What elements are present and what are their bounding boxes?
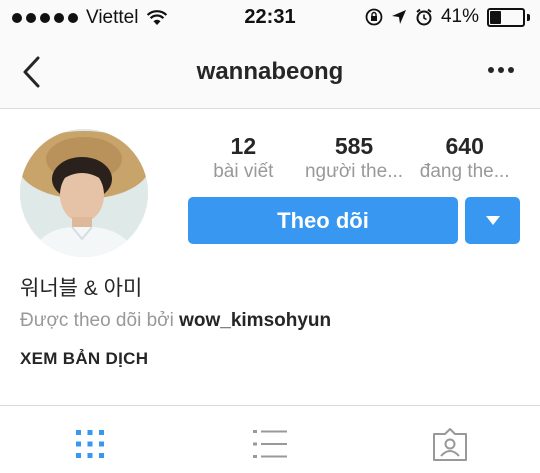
avatar-photo — [20, 129, 148, 257]
followers-label: người the... — [304, 161, 404, 182]
battery-icon — [487, 7, 525, 27]
stat-posts[interactable]: 12 bài viết — [188, 132, 299, 184]
followed-by-text[interactable]: Được theo dõi bởi wow_kimsohyun — [20, 310, 331, 332]
stat-following[interactable]: 640 đang the... — [409, 132, 520, 184]
location-arrow-icon — [391, 10, 406, 24]
profile-view-tabs — [0, 406, 540, 473]
followed-by-prefix: Được theo dõi bởi — [20, 310, 174, 331]
following-count: 640 — [445, 133, 484, 159]
following-label: đang the... — [419, 161, 510, 182]
followers-count: 585 — [334, 133, 374, 159]
avatar[interactable] — [20, 129, 148, 257]
status-right: 41% — [365, 6, 530, 28]
follow-button[interactable]: Theo dõi — [188, 197, 458, 244]
stat-followers[interactable]: 585 người the... — [299, 132, 410, 184]
posts-label: bài viết — [213, 161, 274, 182]
grid-icon[interactable] — [70, 424, 110, 464]
battery-level — [490, 10, 502, 24]
profile-username-title: wannabeong — [196, 58, 344, 85]
posts-count: 12 — [230, 133, 257, 159]
battery-tip — [527, 13, 530, 21]
rotation-lock-icon — [365, 8, 383, 26]
list-icon[interactable] — [250, 424, 290, 464]
profile-full-name: 워너블 & 아미 — [20, 277, 143, 300]
tagged-icon[interactable] — [430, 424, 470, 464]
nav-bar: wannabeong — [0, 34, 540, 109]
triangle-down-icon — [485, 215, 500, 225]
alarm-icon — [416, 8, 432, 26]
status-bar: Viettel 22:31 41% — [0, 0, 540, 34]
profile-stats: 12 bài viết 585 người the... 640 đang th… — [188, 132, 520, 184]
suggested-accounts-button[interactable] — [465, 197, 520, 244]
more-options-icon[interactable] — [488, 67, 514, 73]
see-translation-link[interactable]: XEM BẢN DỊCH — [20, 349, 148, 369]
followed-by-user[interactable]: wow_kimsohyun — [179, 310, 331, 331]
battery-percent: 41% — [440, 6, 479, 27]
